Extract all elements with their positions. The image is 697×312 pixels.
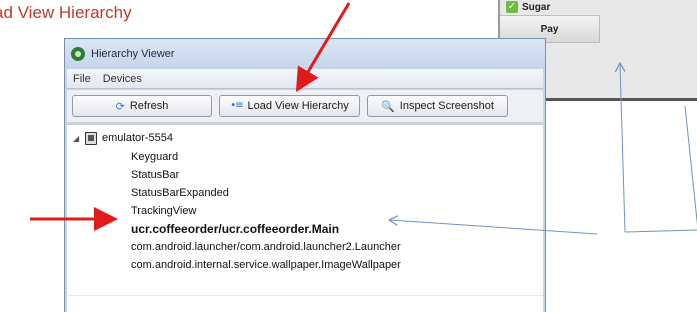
slide-caption: ad View Hierarchy [0, 3, 132, 22]
tree-row[interactable]: Keyguard [131, 149, 178, 165]
tree-device-row[interactable]: ◢ emulator-5554 [73, 130, 173, 146]
refresh-button[interactable]: ⟳ Refresh [72, 95, 212, 117]
sugar-option[interactable]: ✓ Sugar [506, 0, 550, 14]
blue-connector-phone-to-row [624, 105, 697, 233]
app-icon [71, 47, 85, 61]
tree-row[interactable]: TrackingView [131, 203, 196, 219]
tree-row[interactable]: StatusBar [131, 167, 179, 183]
device-name: emulator-5554 [102, 132, 173, 144]
load-view-hierarchy-label: Load View Hierarchy [247, 100, 349, 112]
magnifier-icon: 🔍 [381, 99, 395, 113]
tree-row[interactable]: com.android.launcher/com.android.launche… [131, 239, 401, 255]
window-name: Keyguard [131, 151, 179, 163]
refresh-label: Refresh [129, 100, 169, 112]
window-tree: ◢ emulator-5554 Keyguard StatusBar Statu… [67, 124, 543, 312]
toolbar: ⟳ Refresh •≡ Load View Hierarchy 🔍 Inspe… [67, 90, 543, 123]
menu-bar: File Devices [67, 69, 543, 89]
window-name: StatusBar [131, 169, 180, 181]
title-bar: Hierarchy Viewer [65, 39, 545, 69]
checkbox-checked-icon[interactable]: ✓ [506, 1, 518, 13]
load-hierarchy-icon: •≡ [230, 100, 243, 111]
window-name: com.android.internal.service.wallpaper.I… [131, 259, 401, 271]
window-title: Hierarchy Viewer [91, 48, 175, 60]
window-name: TrackingView [131, 205, 197, 217]
hierarchy-viewer-window: Hierarchy Viewer File Devices ⟳ Refresh … [64, 38, 546, 312]
window-name: StatusBarExpanded [131, 187, 229, 199]
device-icon [85, 131, 97, 145]
menu-devices[interactable]: Devices [101, 73, 144, 85]
tree-row[interactable]: StatusBarExpanded [131, 185, 229, 201]
window-name: ucr.coffeeorder/ucr.coffeeorder.Main [131, 222, 340, 236]
sugar-label: Sugar [522, 1, 551, 13]
tree-row-selected[interactable]: ucr.coffeeorder/ucr.coffeeorder.Main [131, 221, 339, 237]
expand-icon[interactable]: ◢ [73, 134, 83, 143]
tree-row[interactable]: com.android.internal.service.wallpaper.I… [131, 257, 401, 273]
window-name: com.android.launcher/com.android.launche… [131, 241, 401, 253]
inspect-screenshot-label: Inspect Screenshot [399, 100, 494, 112]
tree-divider [67, 295, 543, 296]
refresh-icon: ⟳ [115, 99, 125, 113]
inspect-screenshot-button[interactable]: 🔍 Inspect Screenshot [367, 95, 508, 117]
load-view-hierarchy-button[interactable]: •≡ Load View Hierarchy [219, 95, 360, 117]
menu-file[interactable]: File [71, 73, 93, 85]
